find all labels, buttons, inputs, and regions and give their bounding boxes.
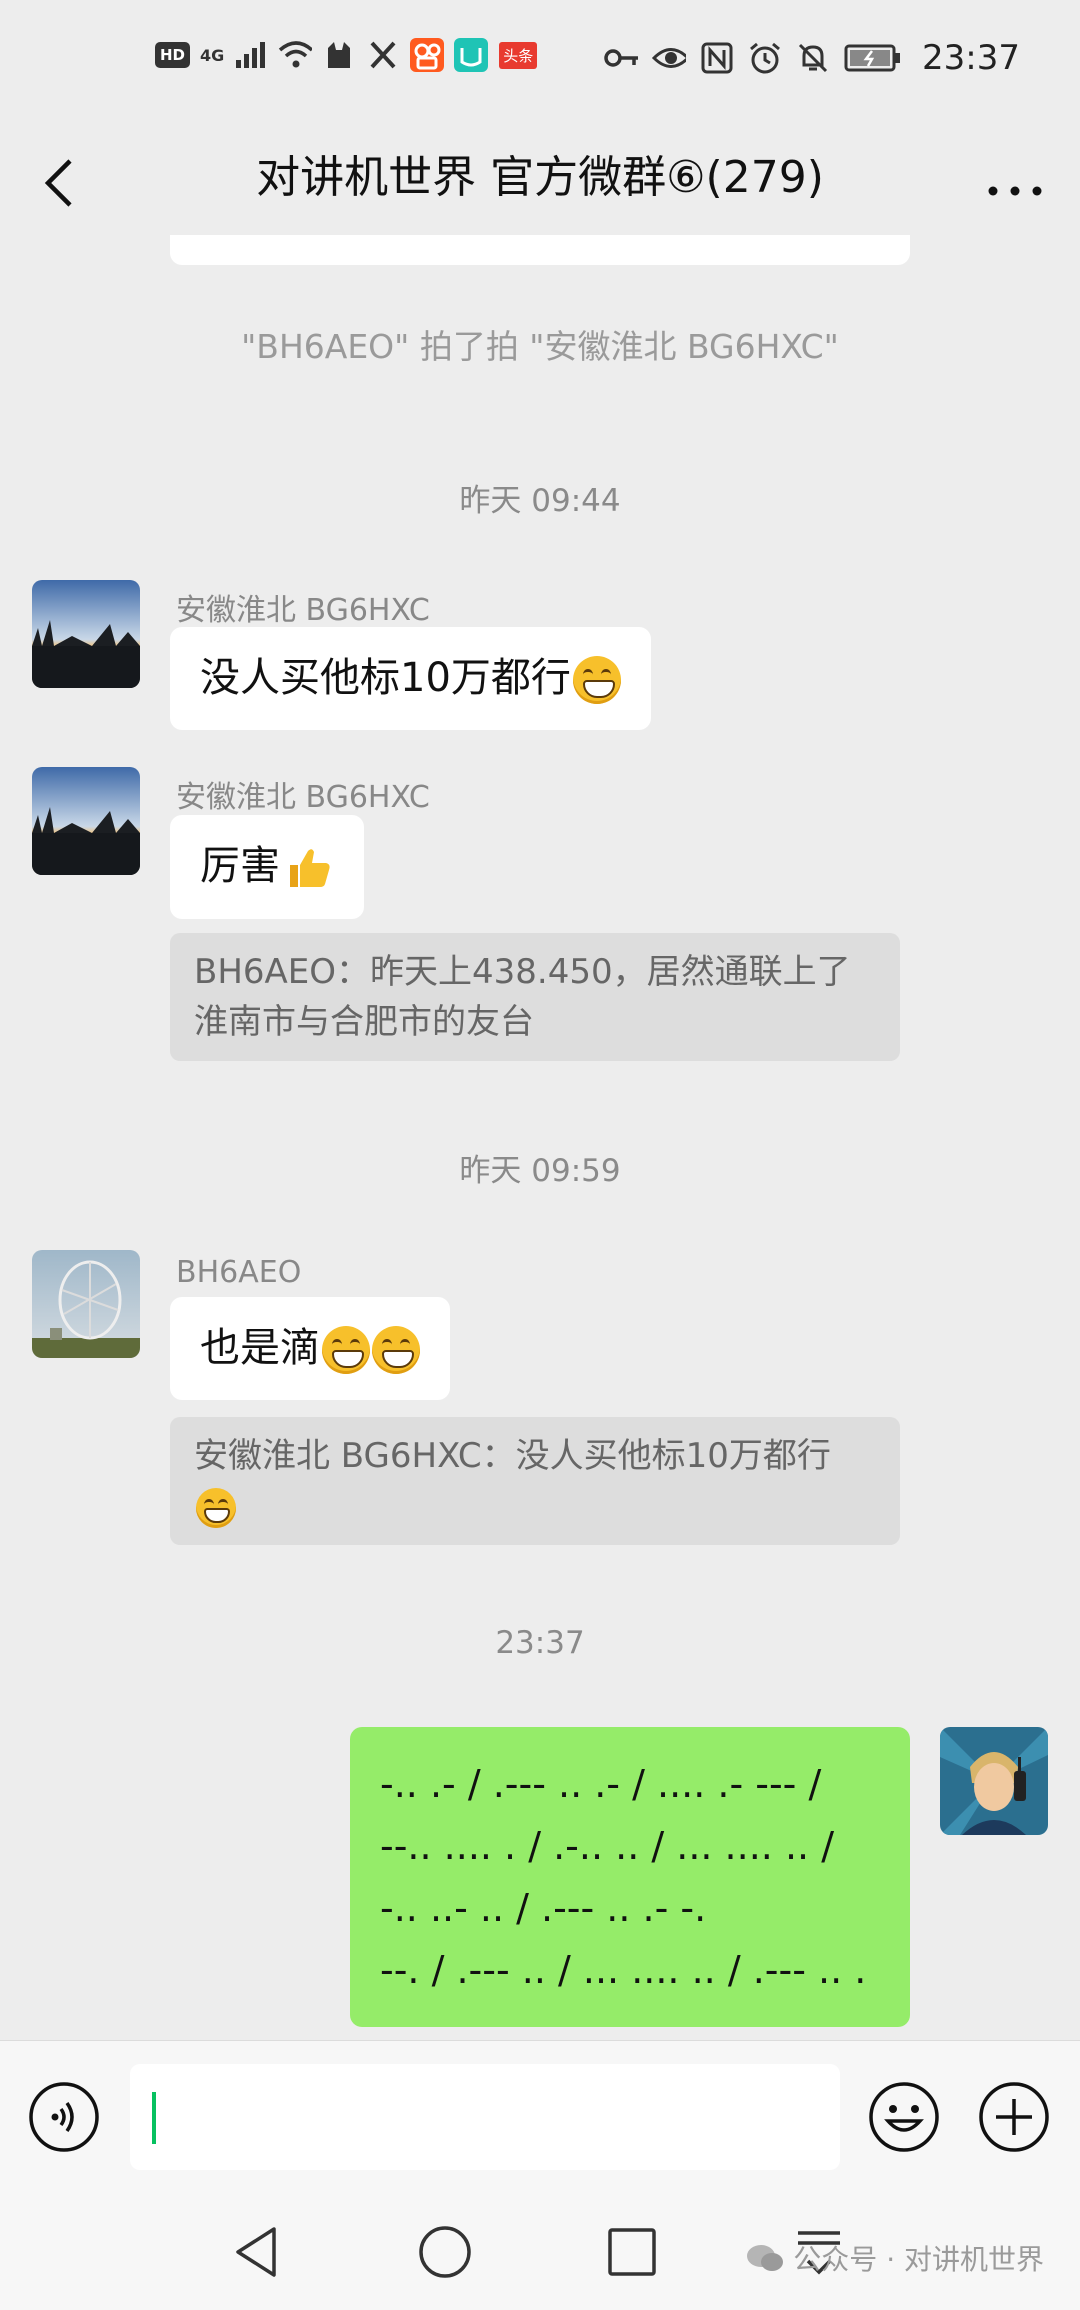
grin-emoji-icon <box>196 1487 236 1528</box>
plus-button[interactable] <box>978 2081 1050 2153</box>
cat-app-icon <box>322 38 356 72</box>
sunset-lake-avatar <box>32 580 140 688</box>
nav-recent-button[interactable] <box>597 2217 667 2287</box>
emoji-icon <box>869 2082 939 2152</box>
message-text: 也是滴 <box>200 1325 320 1371</box>
avatar[interactable] <box>32 767 140 875</box>
wifi-icon <box>278 38 313 72</box>
hd-badge: HD <box>155 42 191 68</box>
alarm-icon <box>748 41 782 75</box>
mijia-app-icon <box>454 38 489 72</box>
watermark-text: 公众号 · 对讲机世界 <box>793 2243 1044 2276</box>
message-bubble[interactable]: 没人买他标10万都行 <box>170 627 651 730</box>
timestamp: 昨天 09:59 <box>459 1153 621 1189</box>
comic-operator-avatar <box>940 1727 1048 1835</box>
status-bar-right: 23:37 <box>604 38 1020 78</box>
wechat-icon <box>747 2245 784 2271</box>
my-avatar[interactable] <box>940 1727 1048 1835</box>
avatar[interactable] <box>32 580 140 688</box>
watermark: 公众号 · 对讲机世界 <box>745 2238 1044 2278</box>
nav-recent-icon <box>608 2228 656 2276</box>
toutiao-badge: 头条 <box>498 38 538 72</box>
message-text: 没人买他标10万都行 <box>200 655 571 701</box>
chat-header: 对讲机世界 官方微群⑥(279) <box>0 125 1080 235</box>
nav-back-button[interactable] <box>222 2217 292 2287</box>
system-notice: "BH6AEO" 拍了拍 "安徽淮北 BG6HXC" <box>241 327 839 366</box>
nav-back-icon <box>236 2227 276 2277</box>
quoted-message-text: 安徽淮北 BG6HXC：没人买他标10万都行 <box>194 1436 831 1476</box>
grin-emoji-icon <box>372 1326 420 1374</box>
more-dots-icon <box>988 186 1042 196</box>
status-bar: HD 4G 头条 23:37 <box>0 0 1080 125</box>
mute-bell-icon <box>796 41 830 75</box>
my-message-bubble[interactable]: -.. .- / .--- .. .- / .... .- --- / --..… <box>350 1727 910 2027</box>
timestamp: 23:37 <box>495 1625 585 1661</box>
chat-title: 对讲机世界 官方微群⑥(279) <box>256 152 824 203</box>
key-icon <box>604 41 639 75</box>
chat-area[interactable]: "BH6AEO" 拍了拍 "安徽淮北 BG6HXC" 昨天 09:44 安徽淮北… <box>0 235 1080 2040</box>
text-caret <box>152 2092 156 2144</box>
toutiao-label: 头条 <box>499 41 538 69</box>
grin-emoji-icon <box>572 656 621 704</box>
message-bubble[interactable]: 也是滴 <box>170 1297 450 1400</box>
network-4g-label: 4G <box>200 45 225 65</box>
message-input[interactable] <box>130 2064 840 2170</box>
message-text: 厉害 <box>200 843 280 889</box>
sender-name: 安徽淮北 BG6HXC <box>176 593 430 628</box>
emoji-button[interactable] <box>868 2081 940 2153</box>
kuaishou-icon <box>410 38 445 72</box>
status-bar-left: HD 4G 头条 <box>155 38 538 72</box>
nav-home-icon <box>419 2226 471 2278</box>
voice-button[interactable] <box>28 2081 100 2153</box>
thumbs-up-icon <box>290 849 330 887</box>
sunset-lake-avatar <box>32 767 140 875</box>
grin-emoji-icon <box>322 1326 370 1374</box>
timestamp: 昨天 09:44 <box>459 483 621 519</box>
voice-icon <box>29 2082 99 2152</box>
plus-icon <box>979 2082 1049 2152</box>
avatar[interactable] <box>32 1250 140 1358</box>
status-time: 23:37 <box>922 38 1020 78</box>
more-button[interactable] <box>980 147 1050 213</box>
x-app-icon <box>366 38 400 72</box>
sender-name: BH6AEO <box>176 1255 302 1290</box>
nav-home-button[interactable] <box>410 2217 480 2287</box>
nfc-icon <box>700 41 734 75</box>
signal-icon <box>234 38 268 72</box>
previous-message-bubble[interactable] <box>170 235 910 265</box>
quoted-message[interactable]: 安徽淮北 BG6HXC：没人买他标10万都行 <box>170 1417 900 1545</box>
eye-icon <box>652 41 687 75</box>
battery-icon <box>844 41 902 75</box>
quoted-message[interactable]: BH6AEO：昨天上438.450，居然通联上了淮南市与合肥市的友台 <box>170 933 900 1061</box>
input-bar <box>0 2040 1080 2196</box>
sender-name: 安徽淮北 BG6HXC <box>176 780 430 815</box>
message-bubble[interactable]: 厉害 <box>170 815 364 919</box>
sculpture-avatar <box>32 1250 140 1358</box>
